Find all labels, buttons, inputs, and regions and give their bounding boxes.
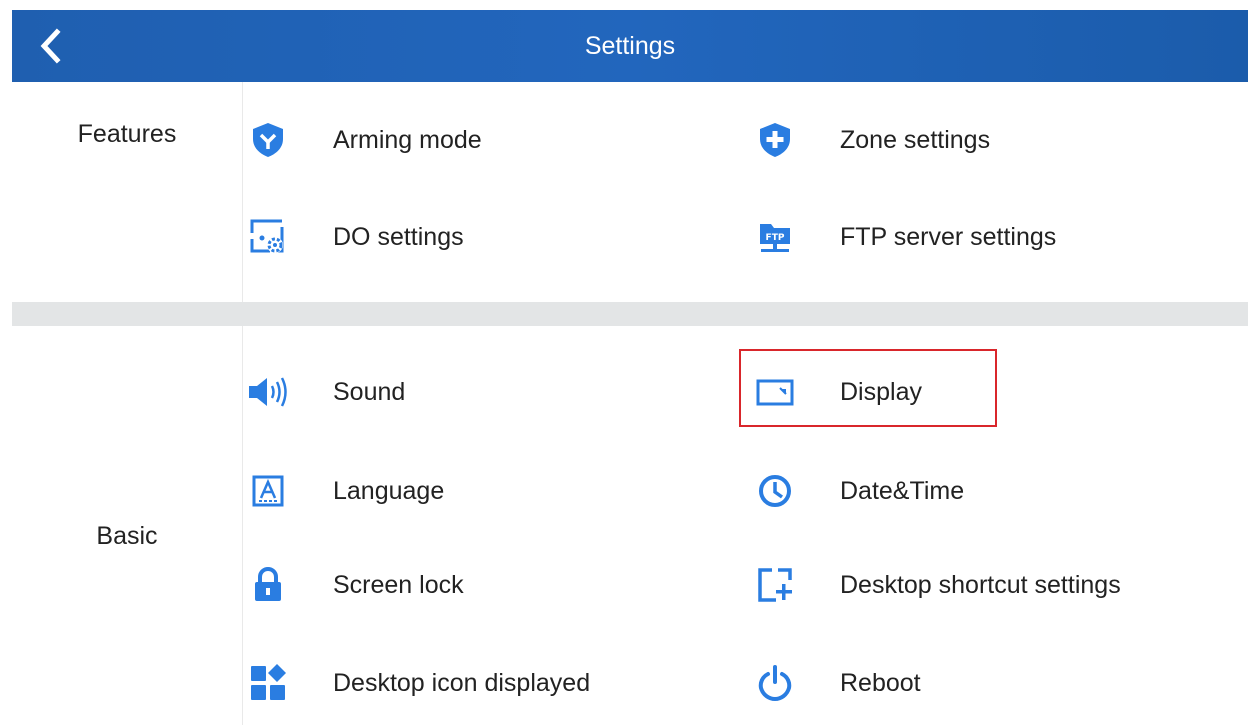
app-grid-icon: [246, 661, 290, 705]
svg-text:FTP: FTP: [766, 233, 785, 243]
date-time-item[interactable]: Date&Time: [753, 461, 964, 521]
back-button[interactable]: [32, 26, 72, 66]
desktop-icon-displayed-label: Desktop icon displayed: [333, 668, 591, 697]
zone-settings-item[interactable]: Zone settings: [753, 110, 990, 170]
display-label: Display: [840, 377, 922, 406]
language-item[interactable]: Language: [246, 461, 444, 521]
ftp-server-icon: FTP: [753, 215, 797, 259]
section-divider: [242, 326, 243, 725]
title-bar: Settings: [12, 10, 1248, 82]
language-icon: [246, 469, 290, 513]
date-time-label: Date&Time: [840, 476, 965, 505]
sound-label: Sound: [333, 377, 406, 406]
do-settings-icon: [246, 215, 290, 259]
power-icon: [753, 661, 797, 705]
arming-mode-item[interactable]: Arming mode: [246, 110, 482, 170]
clock-icon: [753, 469, 797, 513]
ftp-server-settings-label: FTP server settings: [840, 222, 1057, 251]
page-title: Settings: [584, 32, 676, 60]
basic-section-label: Basic: [96, 522, 158, 550]
speaker-icon: [246, 370, 290, 414]
screen-lock-item[interactable]: Screen lock: [246, 555, 464, 615]
section-divider: [242, 82, 243, 302]
do-settings-item[interactable]: DO settings: [246, 207, 464, 267]
display-icon: [753, 370, 797, 414]
shield-plus-icon: [753, 118, 797, 162]
zone-settings-label: Zone settings: [840, 125, 991, 154]
settings-page: Settings Features Arming mode Zone setti…: [0, 0, 1248, 725]
desktop-icon-displayed-item[interactable]: Desktop icon displayed: [246, 653, 590, 713]
section-separator: [12, 302, 1248, 326]
basic-section: Basic: [12, 326, 1248, 725]
language-label: Language: [333, 476, 445, 505]
display-item[interactable]: Display: [753, 362, 922, 422]
features-section: Features: [12, 82, 1248, 302]
desktop-shortcut-settings-label: Desktop shortcut settings: [840, 570, 1121, 599]
shield-check-icon: [246, 118, 290, 162]
features-section-label: Features: [77, 120, 177, 148]
reboot-label: Reboot: [840, 668, 921, 697]
arming-mode-label: Arming mode: [333, 125, 482, 154]
do-settings-label: DO settings: [333, 222, 464, 251]
lock-icon: [246, 563, 290, 607]
sound-item[interactable]: Sound: [246, 362, 405, 422]
reboot-item[interactable]: Reboot: [753, 653, 921, 713]
ftp-server-settings-item[interactable]: FTP FTP server settings: [753, 207, 1056, 267]
desktop-shortcut-icon: [753, 563, 797, 607]
chevron-left-icon: [40, 28, 61, 64]
desktop-shortcut-settings-item[interactable]: Desktop shortcut settings: [753, 555, 1121, 615]
screen-lock-label: Screen lock: [333, 570, 464, 599]
